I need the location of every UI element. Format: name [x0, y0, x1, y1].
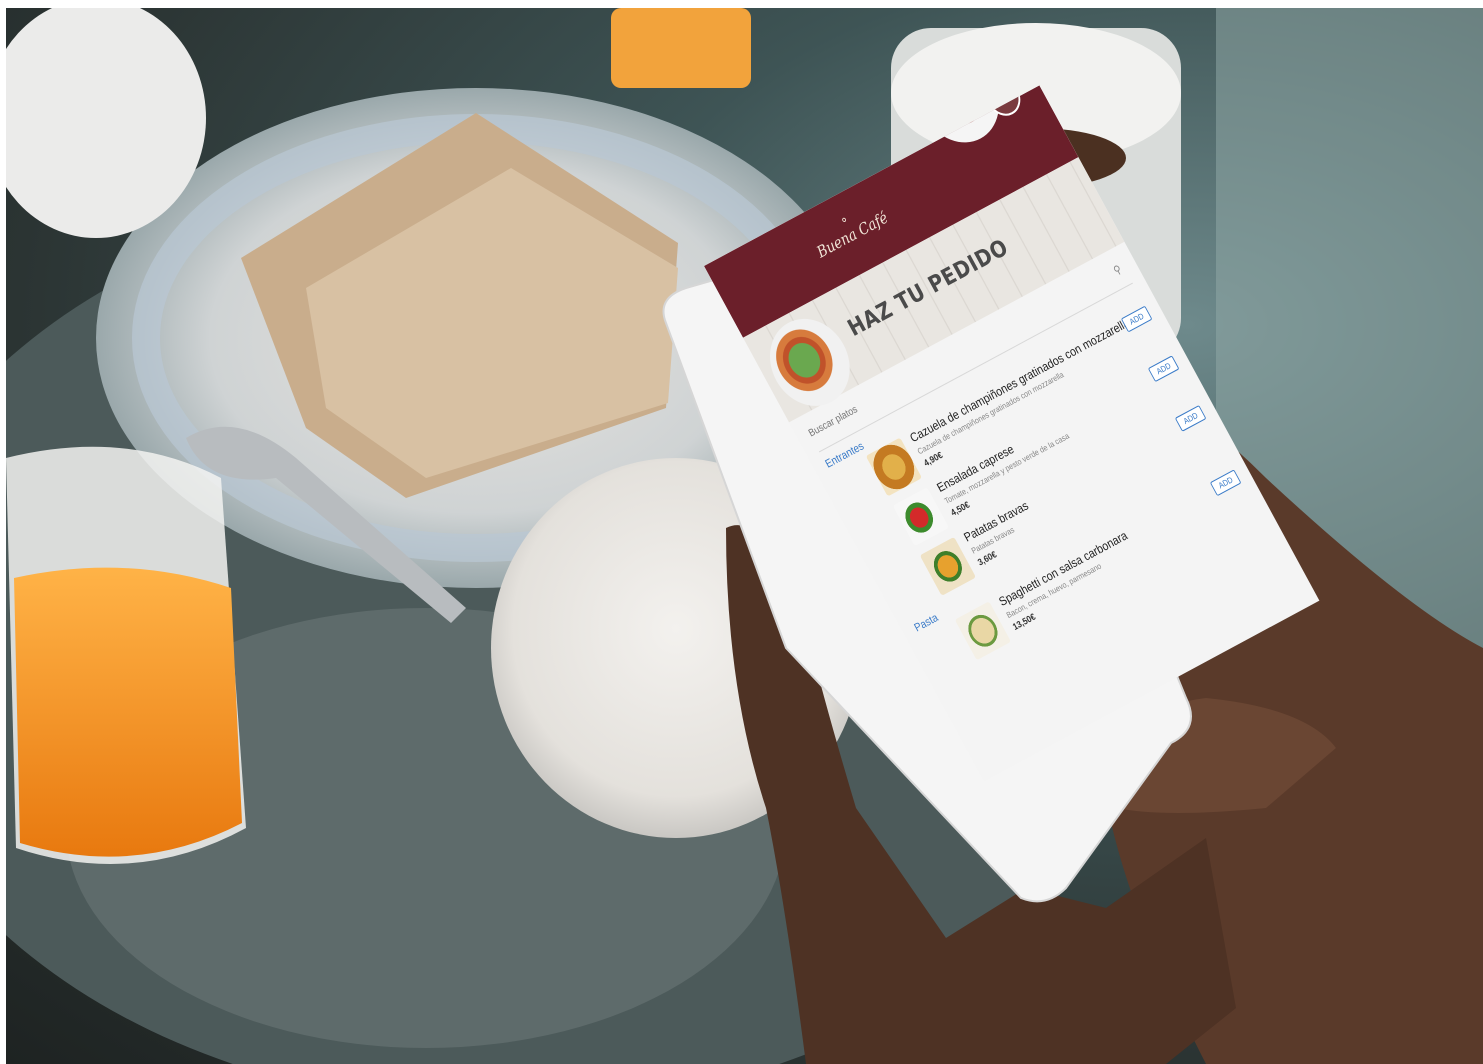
dish-thumbnail [892, 487, 950, 547]
juice-glass-top [611, 8, 751, 88]
dish-thumbnail [919, 536, 977, 596]
photo-scene: ⚬ Buena Café HAZ TU PEDIDO ⚲ Entrantes C… [6, 8, 1483, 1064]
brand-logo: ⚬ Buena Café [807, 195, 891, 261]
search-icon[interactable]: ⚲ [1111, 262, 1124, 277]
orange-juice [14, 567, 242, 857]
